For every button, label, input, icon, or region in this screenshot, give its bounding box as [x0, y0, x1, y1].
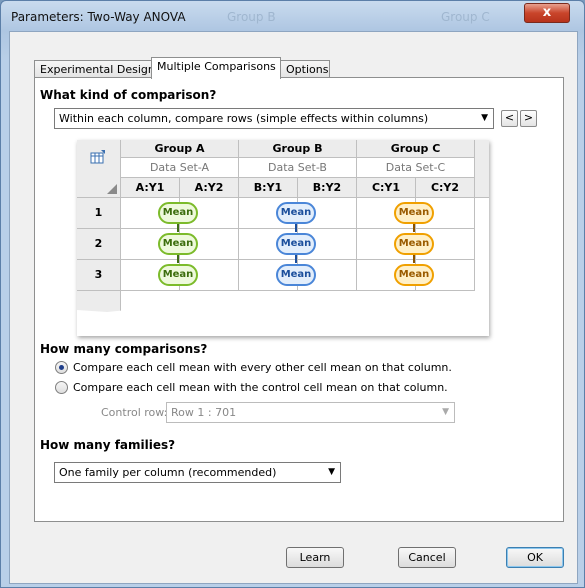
column-header: B:Y1	[239, 178, 298, 198]
torn-edge-decoration	[77, 309, 489, 336]
group-a-dataset: Data Set-A	[121, 158, 239, 178]
chevron-down-icon: ▼	[442, 407, 449, 417]
dataset-name: Data Set-B	[268, 161, 327, 174]
radio-compare-control[interactable]	[55, 381, 68, 394]
families-heading: How many families?	[40, 438, 176, 452]
mean-badge: Mean	[276, 233, 316, 255]
mean-badge: Mean	[158, 264, 198, 286]
tab-label: Options	[286, 63, 329, 76]
column-header: C:Y1	[357, 178, 416, 198]
background-ghost-text: Group C	[441, 10, 490, 24]
background-ghost-text: Group B	[227, 10, 276, 24]
tab-options[interactable]: Options	[280, 60, 330, 78]
mean-badge: Mean	[394, 202, 434, 224]
chevron-down-icon: ▼	[481, 113, 488, 123]
comparison-heading: What kind of comparison?	[40, 88, 217, 102]
mean-badge: Mean	[394, 264, 434, 286]
group-b-header: Group B	[239, 140, 357, 158]
column-header: C:Y2	[416, 178, 475, 198]
column-header: B:Y2	[298, 178, 357, 198]
window-title: Parameters: Two-Way ANOVA	[11, 10, 186, 24]
row-label: 1	[94, 206, 103, 219]
group-b-dataset: Data Set-B	[239, 158, 357, 178]
close-icon: x	[542, 5, 552, 20]
row-header: 3	[77, 260, 121, 291]
grid-corner	[77, 140, 121, 198]
comparison-dropdown-value: Within each column, compare rows (simple…	[59, 112, 429, 125]
mean-badge: Mean	[158, 233, 198, 255]
mean-badge: Mean	[394, 233, 434, 255]
comparison-diagram-grid: Group A Group B Group C Data Set-A Data …	[77, 140, 489, 336]
control-row-value: Row 1 : 701	[171, 406, 237, 419]
mean-badge: Mean	[276, 202, 316, 224]
next-option-button[interactable]: >	[520, 110, 537, 127]
column-label: B:Y1	[253, 181, 283, 194]
comparison-dropdown[interactable]: Within each column, compare rows (simple…	[54, 108, 494, 129]
tab-label: Experimental Design	[40, 63, 155, 76]
tab-experimental-design[interactable]: Experimental Design	[34, 60, 155, 78]
group-name: Group C	[390, 142, 441, 155]
column-label: C:Y1	[371, 181, 401, 194]
families-dropdown-value: One family per column (recommended)	[59, 466, 277, 479]
row-header: 2	[77, 229, 121, 260]
cancel-button-label: Cancel	[408, 551, 446, 564]
group-c-dataset: Data Set-C	[357, 158, 475, 178]
tab-label: Multiple Comparisons	[157, 60, 276, 73]
ok-button-label: OK	[527, 551, 543, 564]
learn-button[interactable]: Learn	[286, 547, 344, 568]
mean-badge: Mean	[158, 202, 198, 224]
close-button[interactable]: x	[524, 3, 570, 23]
cancel-button[interactable]: Cancel	[398, 547, 456, 568]
radio-compare-every[interactable]	[55, 361, 68, 374]
control-row-label: Control row:	[101, 406, 168, 419]
column-label: A:Y2	[194, 181, 224, 194]
title-bar[interactable]: Parameters: Two-Way ANOVA Group B Group …	[1, 1, 584, 31]
row-header: 1	[77, 198, 121, 229]
previous-option-button[interactable]: <	[501, 110, 518, 127]
ok-button[interactable]: OK	[506, 547, 564, 568]
dataset-name: Data Set-A	[149, 161, 210, 174]
dataset-name: Data Set-C	[385, 161, 446, 174]
radio-compare-every-label[interactable]: Compare each cell mean with every other …	[73, 361, 452, 374]
learn-button-label: Learn	[299, 551, 331, 564]
table-settings-icon	[90, 150, 105, 164]
column-label: B:Y2	[312, 181, 342, 194]
column-header: A:Y2	[180, 178, 239, 198]
mean-badge: Mean	[276, 264, 316, 286]
group-c-header: Group C	[357, 140, 475, 158]
group-name: Group B	[272, 142, 323, 155]
column-header: A:Y1	[121, 178, 180, 198]
row-label: 2	[94, 237, 103, 250]
chevron-left-icon: <	[504, 111, 515, 124]
grid-overflow-column	[475, 140, 489, 198]
tab-multiple-comparisons[interactable]: Multiple Comparisons	[151, 57, 281, 79]
comparisons-heading: How many comparisons?	[40, 342, 208, 356]
chevron-right-icon: >	[523, 111, 534, 124]
column-label: C:Y2	[430, 181, 460, 194]
row-label: 3	[94, 268, 103, 281]
radio-compare-control-label[interactable]: Compare each cell mean with the control …	[73, 381, 448, 394]
corner-triangle-icon	[107, 184, 117, 194]
control-row-dropdown[interactable]: Row 1 : 701 ▼	[166, 402, 455, 423]
group-a-header: Group A	[121, 140, 239, 158]
chevron-down-icon: ▼	[328, 467, 335, 477]
column-label: A:Y1	[135, 181, 165, 194]
families-dropdown[interactable]: One family per column (recommended) ▼	[54, 462, 341, 483]
group-name: Group A	[154, 142, 205, 155]
